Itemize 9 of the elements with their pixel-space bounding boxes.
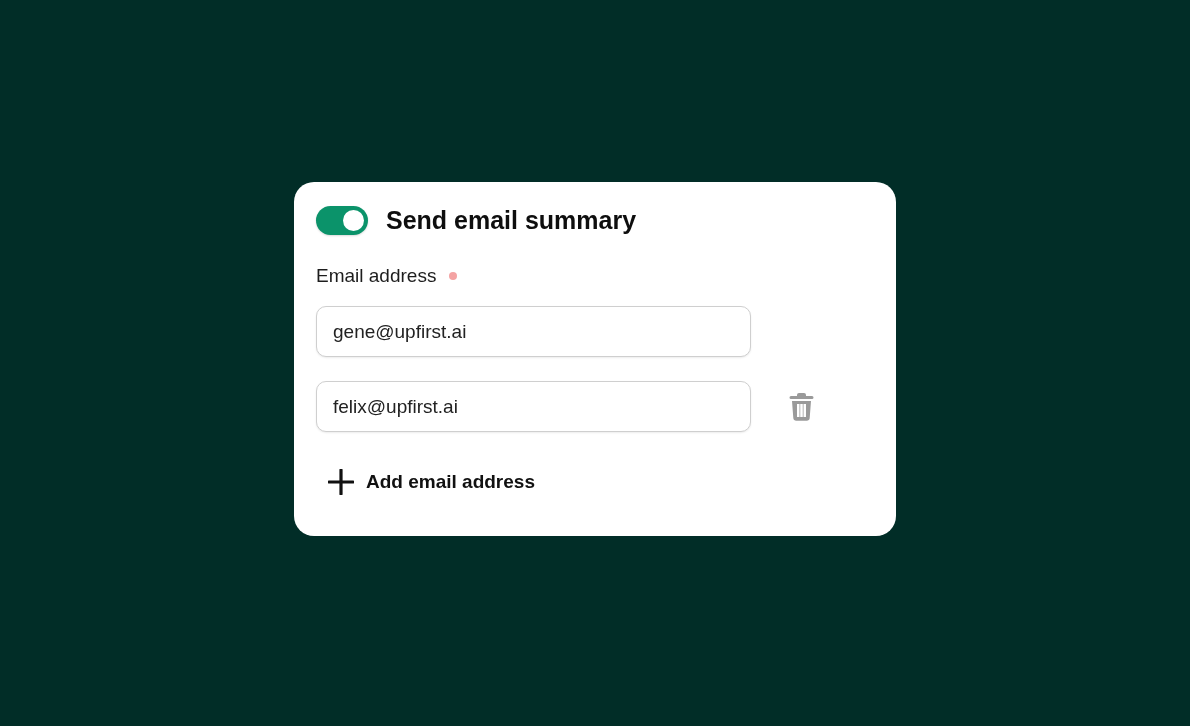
- trash-icon: [789, 392, 814, 421]
- field-label: Email address: [316, 265, 437, 287]
- toggle-switch[interactable]: [316, 206, 368, 235]
- add-email-button[interactable]: Add email address: [328, 469, 535, 495]
- email-field[interactable]: felix@upfirst.ai: [316, 381, 751, 432]
- email-field[interactable]: gene@upfirst.ai: [316, 306, 751, 357]
- plus-icon: [328, 469, 354, 495]
- card-title: Send email summary: [386, 206, 637, 235]
- delete-button[interactable]: [789, 392, 814, 421]
